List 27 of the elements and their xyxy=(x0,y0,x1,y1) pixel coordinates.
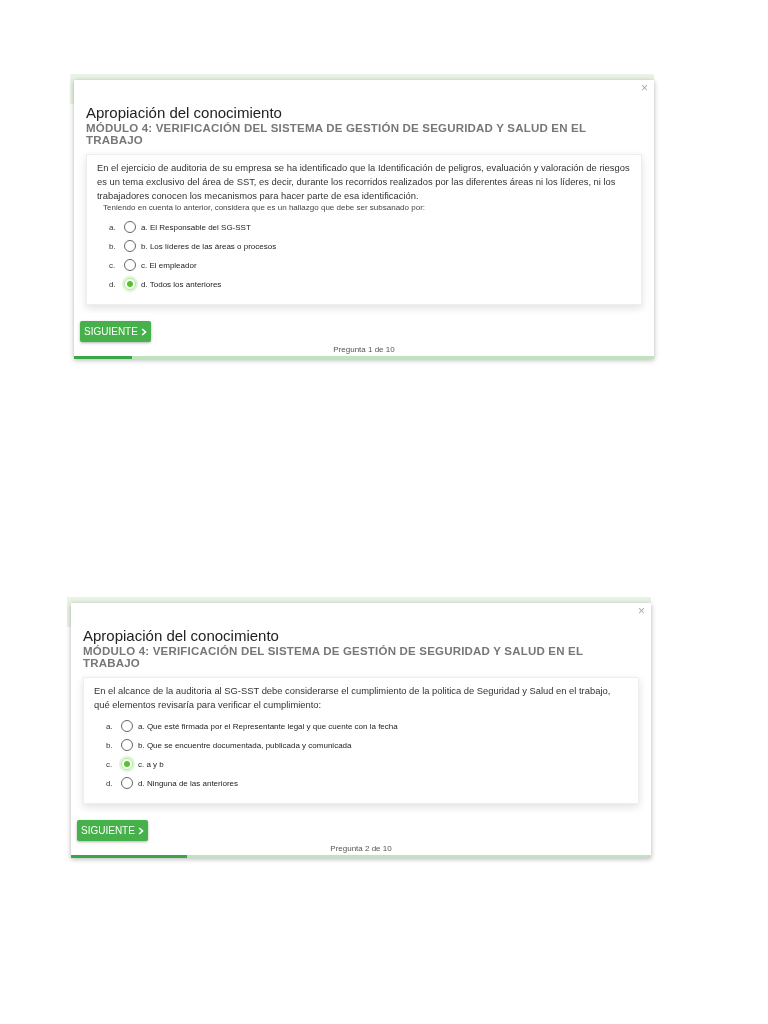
option-label[interactable]: c. a y b xyxy=(138,759,164,769)
question-counter: Pregunta 1 de 10 xyxy=(332,344,396,356)
option-label[interactable]: a. Que esté firmada por el Representante legal y que cuente con la fecha xyxy=(138,721,398,731)
option-label[interactable]: b. Los líderes de las áreas o procesos xyxy=(141,241,277,251)
question-counter: Pregunta 2 de 10 xyxy=(329,843,393,855)
option-letter: b. xyxy=(106,740,114,750)
question-note: Teniendo en cuenta lo anterior, considera que es un hallazgo que debe ser subsanado por: xyxy=(103,203,426,213)
option-label[interactable]: d. Ninguna de las anteriores xyxy=(138,778,239,788)
modal-title: Apropiación del conocimiento xyxy=(82,626,280,644)
option-letter: c. xyxy=(106,759,114,769)
chevron-right-icon xyxy=(140,327,147,336)
option-label[interactable]: a. El Responsable del SG-SST xyxy=(141,222,251,232)
chevron-right-icon xyxy=(137,826,144,835)
question-text: En el alcance de la auditoria al SG-SST debe considerarse el cumplimiento de la politica de Seguridad y Salud en el trabajo, qué elementos revisaría para verificar el cumplimiento: xyxy=(94,684,612,712)
option-letter: d. xyxy=(109,279,117,289)
module-subtitle: MÓDULO 4: VERIFICACIÓN DEL SISTEMA DE GESTIÓN DE SEGURIDAD Y SALUD EN EL TRABAJO xyxy=(85,121,587,146)
question-text: En el ejercicio de auditoria de su empresa se ha identificado que la Identificación de peligros, evaluación y valoración de riesgos es un tema exclusivo del área de SST, es decir, durante los recorridos realizados por las diferentes áreas ni los líderes, ni los trabajadores conocen los mecanismos para hacer parte de esa identificación. xyxy=(97,161,631,203)
option-label[interactable]: b. Que se encuentre documentada, publicada y comunicada xyxy=(138,740,352,750)
module-subtitle: MÓDULO 4: VERIFICACIÓN DEL SISTEMA DE GESTIÓN DE SEGURIDAD Y SALUD EN EL TRABAJO xyxy=(82,644,584,669)
option-label[interactable]: c. El empleador xyxy=(141,260,197,270)
option-letter: a. xyxy=(109,222,117,232)
option-letter: b. xyxy=(109,241,117,251)
option-letter: a. xyxy=(106,721,114,731)
option-label[interactable]: d. Todos los anteriores xyxy=(141,279,222,289)
option-letter: c. xyxy=(109,260,117,270)
option-letter: d. xyxy=(106,778,114,788)
modal-title: Apropiación del conocimiento xyxy=(85,103,283,121)
